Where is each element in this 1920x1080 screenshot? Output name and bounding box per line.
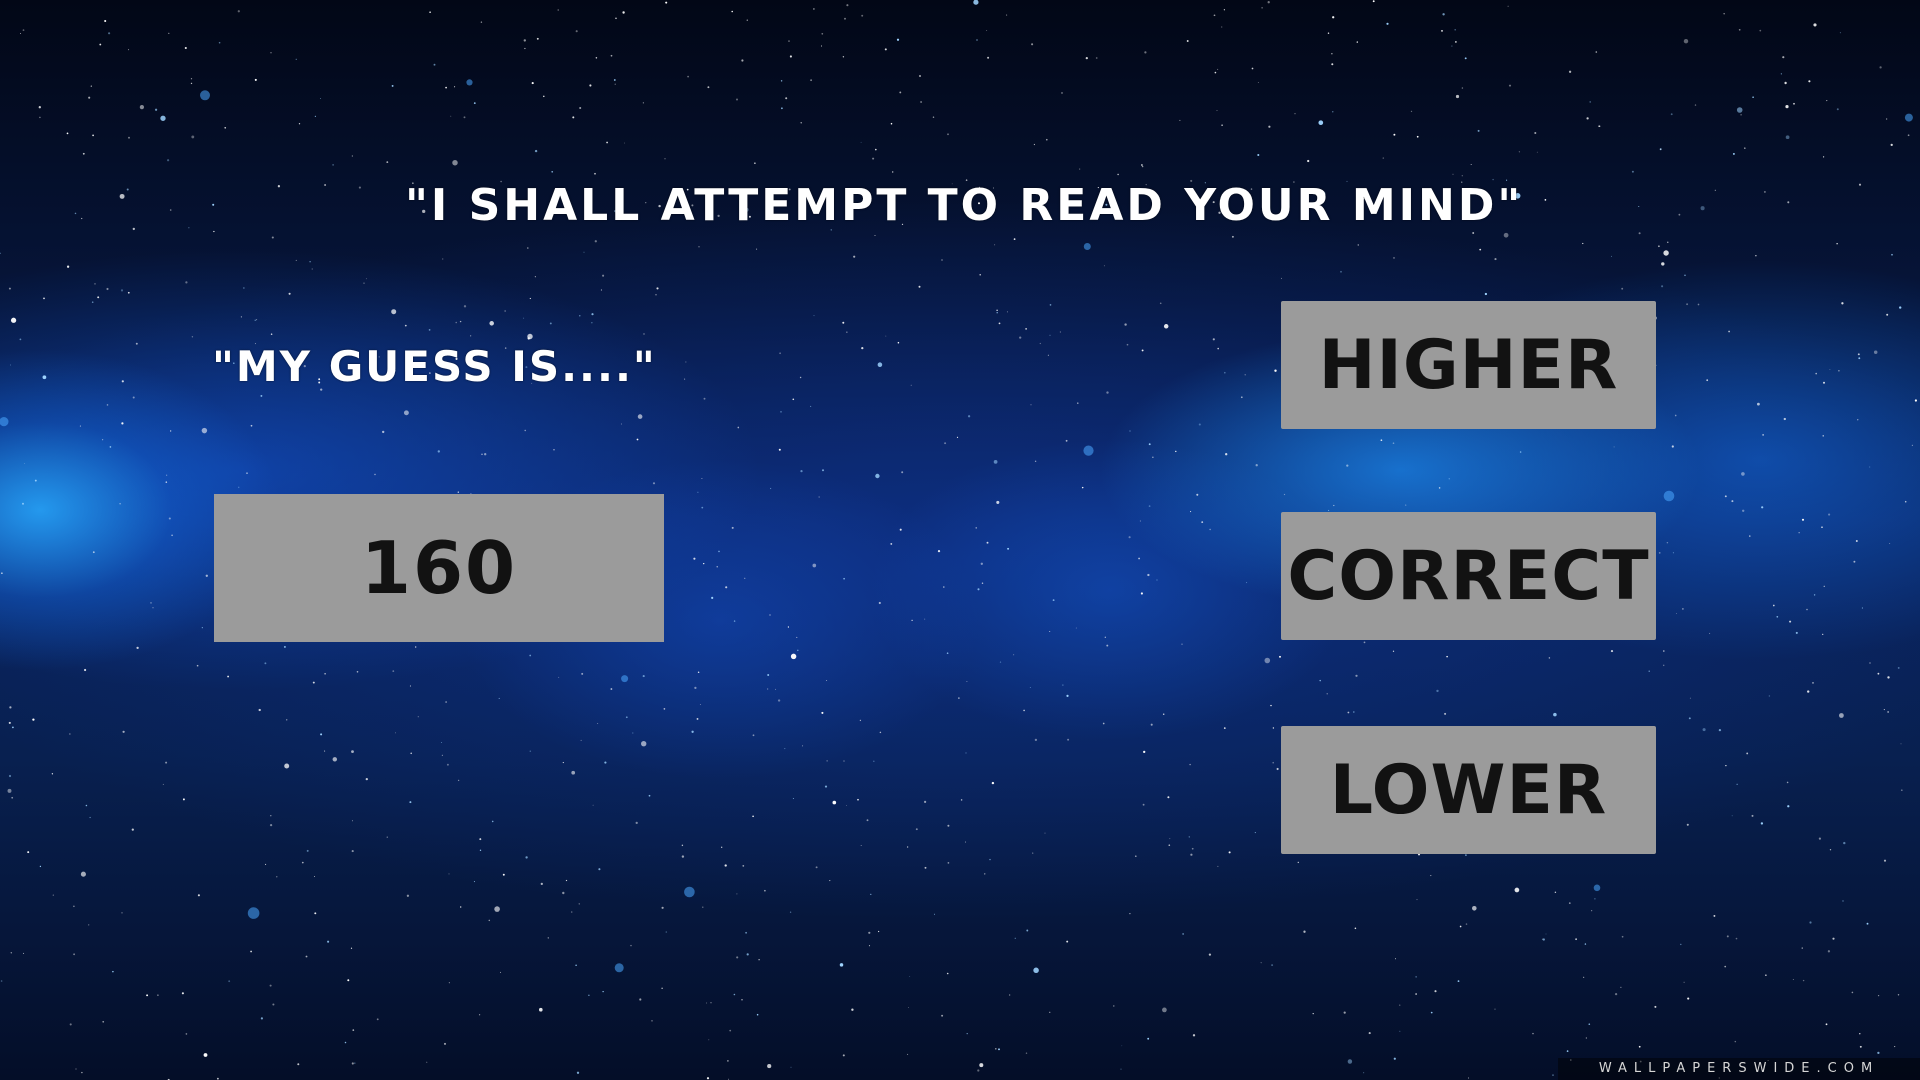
- higher-button-label: Higher: [1318, 325, 1619, 405]
- higher-button[interactable]: Higher: [1281, 301, 1656, 429]
- guess-value: 160: [360, 526, 518, 610]
- guess-label: "My guess is....": [212, 342, 657, 391]
- mind-reading-title: "I shall attempt to read your mind": [405, 180, 1524, 231]
- lower-button[interactable]: Lower: [1281, 726, 1656, 854]
- lower-button-label: Lower: [1329, 750, 1608, 830]
- correct-button[interactable]: Correct: [1281, 512, 1656, 640]
- guess-display: 160: [214, 494, 664, 642]
- watermark: wallpaperswide.com: [1558, 1058, 1920, 1080]
- space-background: "I shall attempt to read your mind" "My …: [0, 0, 1920, 1080]
- correct-button-label: Correct: [1287, 536, 1650, 616]
